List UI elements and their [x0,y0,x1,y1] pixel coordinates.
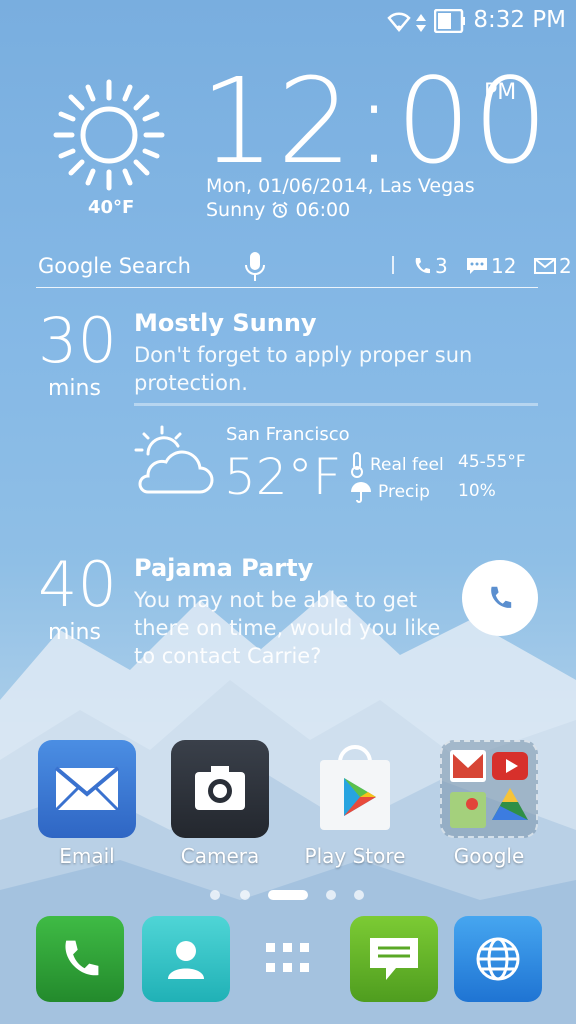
phone-small-icon [415,258,430,274]
dock-contacts[interactable] [142,916,230,1002]
phone-icon [491,586,512,608]
precip-row: Precip [350,481,430,503]
battery-icon [434,9,465,33]
folder-icon[interactable] [440,740,538,838]
event1-minutes: 30 [38,304,117,377]
missed-calls[interactable]: 3 [412,254,448,278]
app-label-google: Google [453,844,525,868]
contacts-icon [168,941,204,979]
event2-minutes: 40 [38,548,117,621]
play-store-icon[interactable] [306,740,404,838]
real-feel-row: Real feel [350,452,444,478]
page-indicator [0,888,576,902]
condition-alarm-row: Sunny 06:00 [206,199,350,221]
microphone-icon[interactable] [244,251,266,283]
thermometer-icon [351,452,363,478]
event2-title[interactable]: Pajama Party [134,554,313,582]
app-play-store[interactable]: Play Store [300,740,410,868]
app-folder-google[interactable]: Google [434,740,544,868]
dock-messaging[interactable] [350,916,438,1002]
page-dot[interactable] [240,890,250,900]
wifi-icon [387,12,411,32]
precip-label: Precip [378,482,430,502]
app-label-play-store: Play Store [304,844,406,868]
status-bar: 8:32 PM [0,0,576,42]
real-feel-value: 45-55°F [458,452,526,472]
real-feel-label: Real feel [370,455,444,475]
page-dot-active[interactable] [268,890,308,900]
mail-small-icon [534,258,556,274]
phone-icon [65,940,99,976]
dock-phone[interactable] [36,916,124,1002]
clock-ampm: PM [484,80,517,105]
current-temperature: 40°F [88,197,135,218]
alarm-icon [272,201,289,218]
page-dot[interactable] [210,890,220,900]
umbrella-icon [351,482,371,503]
page-dot[interactable] [354,890,364,900]
search-label[interactable]: Google Search [38,254,191,278]
camera-icon[interactable] [171,740,269,838]
card-divider [134,403,538,406]
data-arrows-icon [416,14,426,32]
unread-messages[interactable]: 12 [466,254,516,278]
call-contact-button[interactable] [462,560,538,636]
app-label-camera: Camera [180,844,260,868]
weather-condition: Sunny [206,199,266,221]
event1-text: Don't forget to apply proper sun protect… [134,343,473,395]
messaging-icon [370,938,418,980]
precip-value: 10% [458,481,496,501]
partly-cloudy-icon [134,425,214,494]
event1-title[interactable]: Mostly Sunny [134,309,317,337]
app-label-email: Email [59,844,115,868]
sun-icon[interactable] [52,78,166,192]
calls-count: 3 [435,254,448,278]
app-camera[interactable]: Camera [165,740,275,868]
app-email[interactable]: Email [32,740,142,868]
event1-unit: mins [48,376,101,401]
messages-count: 12 [491,254,517,278]
unread-emails[interactable]: 2 [534,254,572,278]
app-drawer-icon [266,943,309,972]
weather-temperature: 52°F [224,448,342,506]
dock-browser[interactable] [454,916,542,1002]
event2-unit: mins [48,620,101,645]
search-separator [392,256,394,274]
alarm-time: 06:00 [295,199,351,221]
browser-icon [476,937,520,981]
envelope-icon[interactable] [38,740,136,838]
emails-count: 2 [559,254,572,278]
status-time: 8:32 PM [473,7,566,33]
weather-city: San Francisco [226,424,350,445]
message-small-icon [467,258,487,274]
date-location: Mon, 01/06/2014, Las Vegas [206,175,475,197]
google-search-bar[interactable]: Google Search 3 12 2 [36,248,572,288]
page-dot[interactable] [326,890,336,900]
event2-text: You may not be able to get there on time… [134,588,441,668]
dock-app-drawer[interactable] [244,916,332,1002]
